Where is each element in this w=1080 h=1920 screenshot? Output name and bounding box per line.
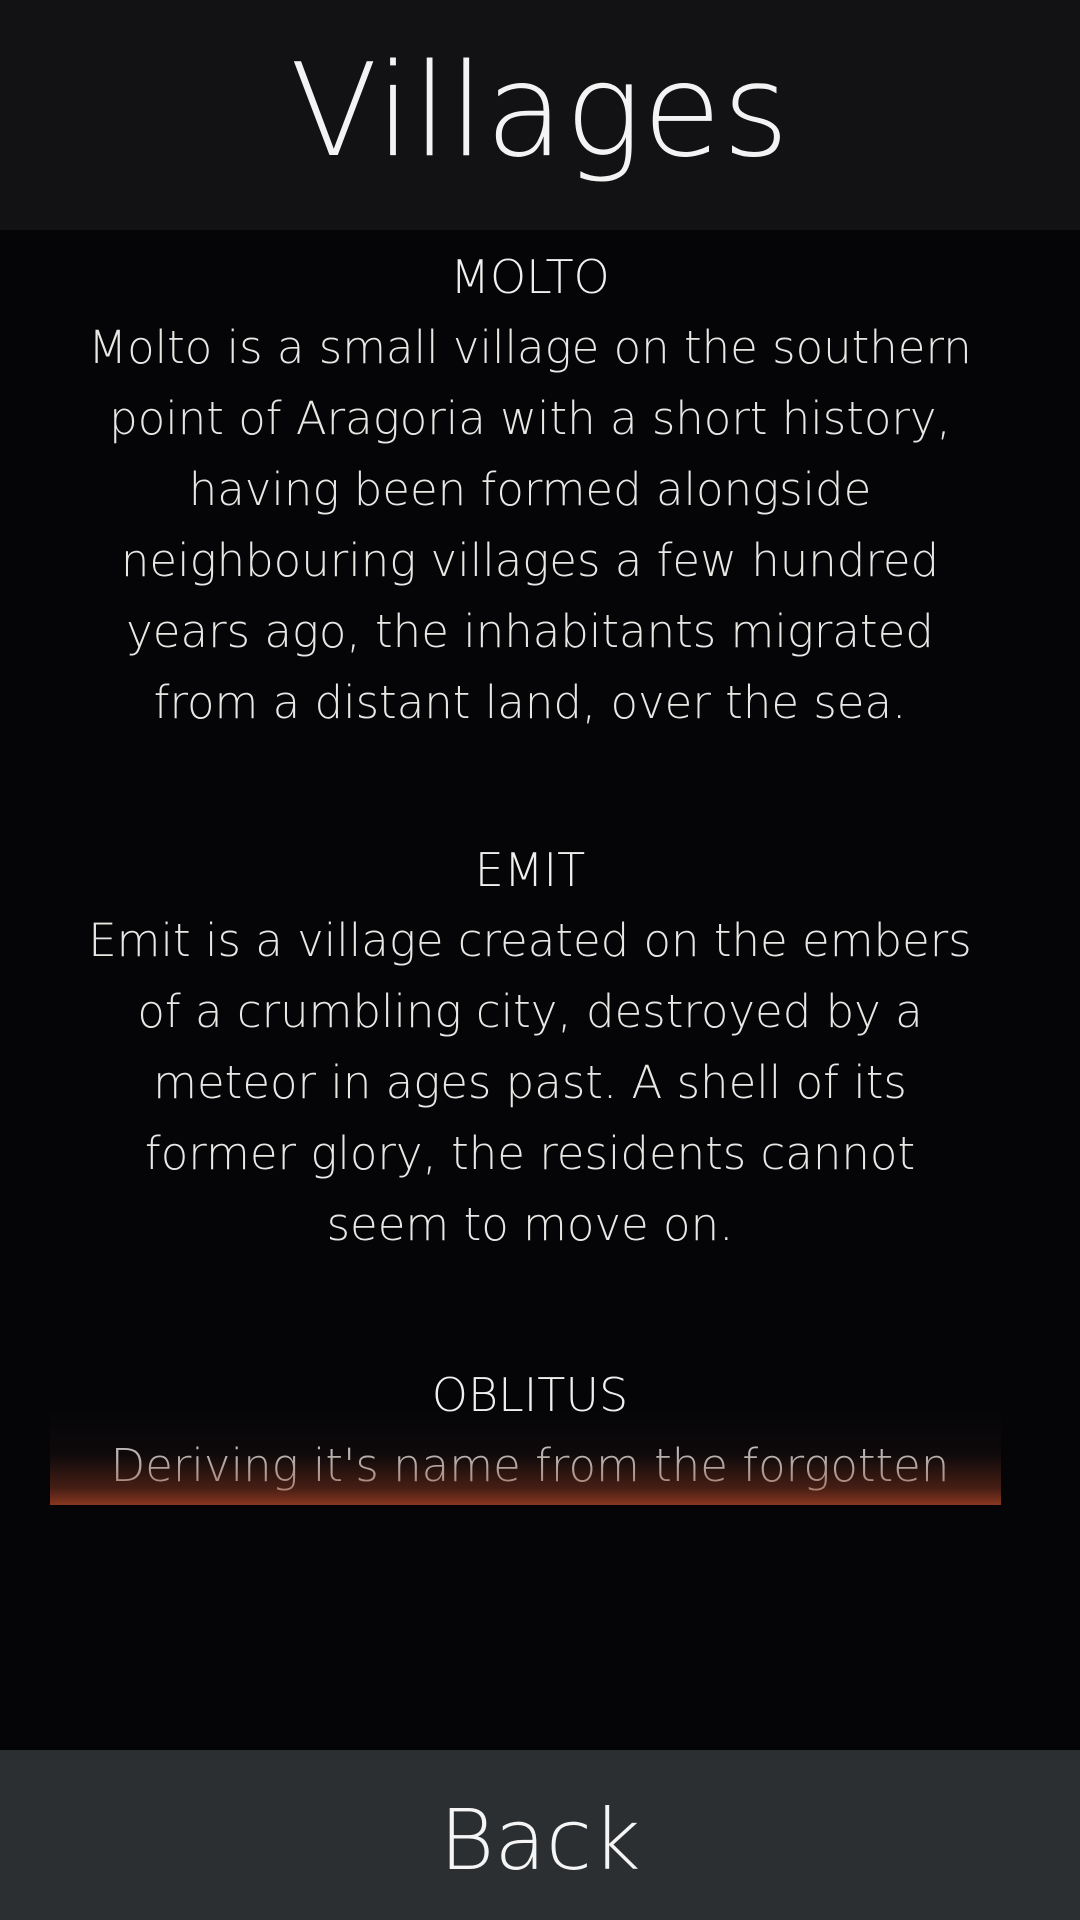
village-entry-oblitus: OBLITUS Deriving it's name from the forg… (60, 1360, 1000, 1501)
page-title: Villages (289, 36, 791, 186)
village-entry-emit: EMIT Emit is a village created on the em… (60, 835, 1000, 1260)
village-name: EMIT (474, 843, 586, 897)
village-description: Emit is a village created on the embers … (88, 914, 972, 1251)
village-list[interactable]: MOLTO Molto is a small village on the so… (0, 230, 1080, 1750)
village-entry-molto: MOLTO Molto is a small village on the so… (60, 242, 1000, 738)
village-name: MOLTO (450, 250, 610, 304)
village-description: Molto is a small village on the southern… (88, 321, 972, 729)
back-button-label: Back (439, 1791, 641, 1889)
village-name: OBLITUS (431, 1368, 629, 1422)
village-description: Deriving it's name from the forgotten (110, 1439, 950, 1492)
header-bar: Villages (0, 0, 1080, 230)
back-button[interactable]: Back (0, 1750, 1080, 1920)
